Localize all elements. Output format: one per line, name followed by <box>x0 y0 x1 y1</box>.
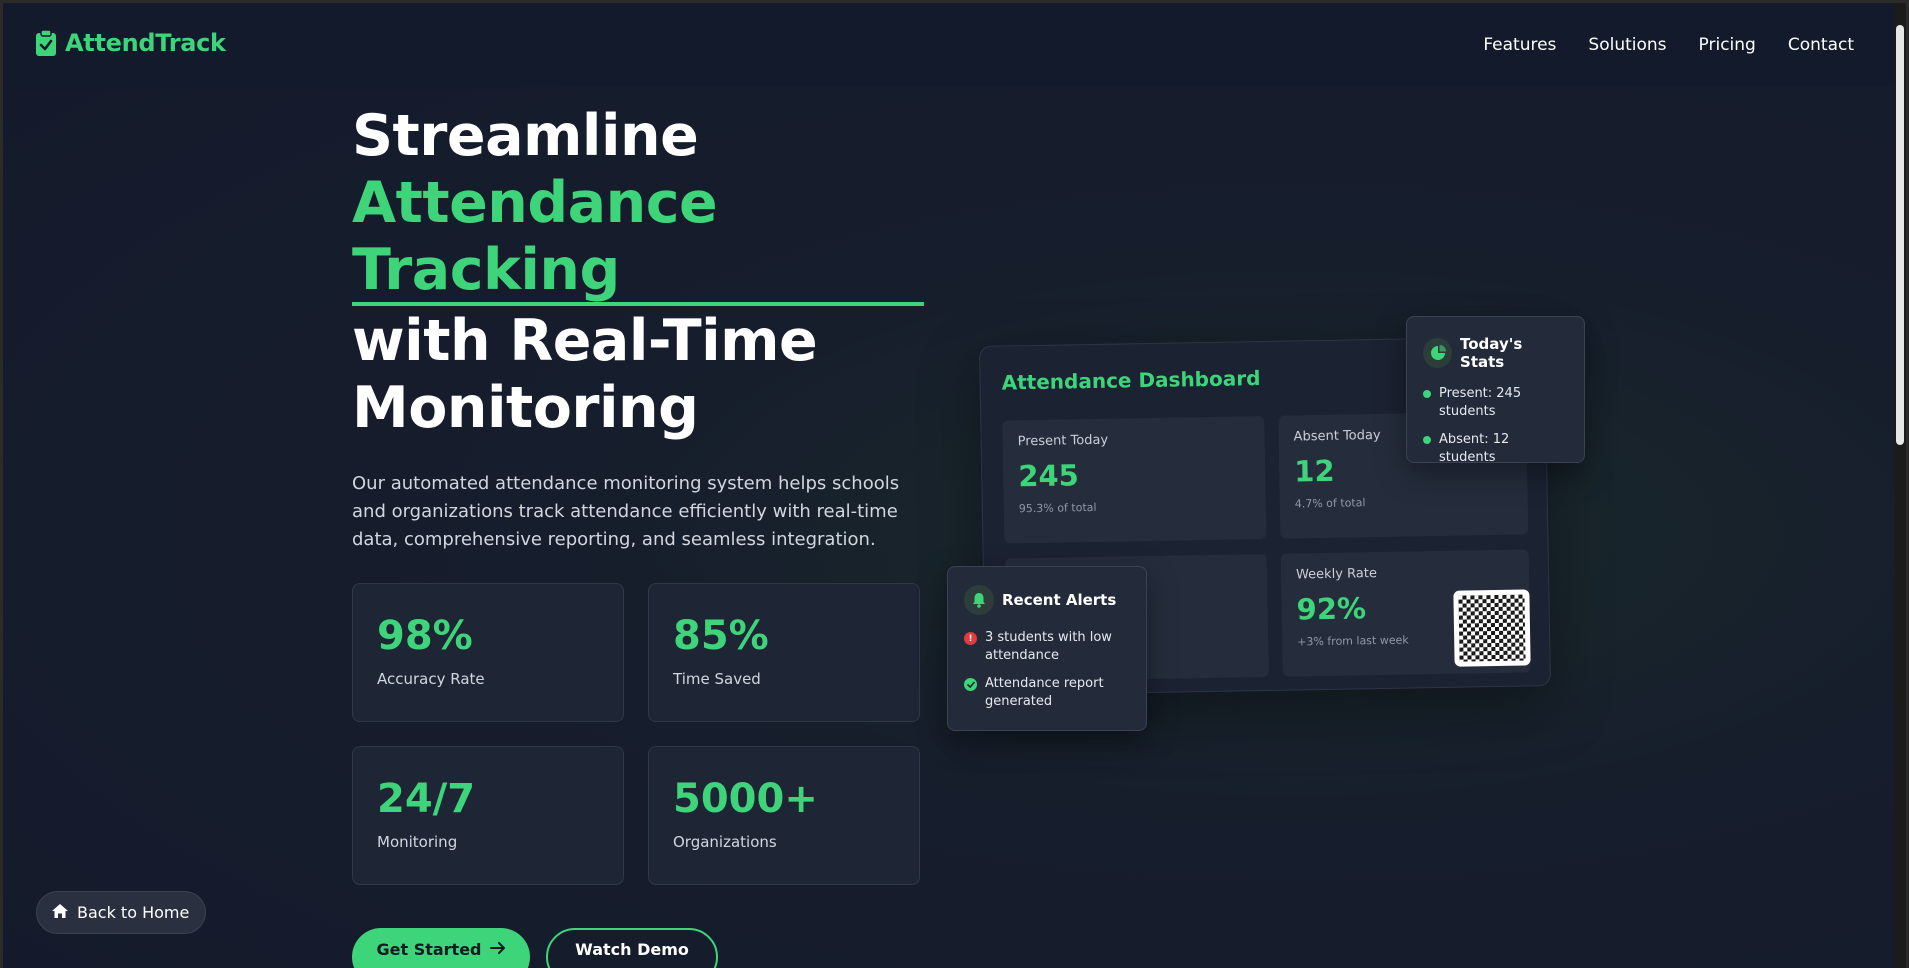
stat-label: Time Saved <box>673 670 761 688</box>
nav-links: Features Solutions Pricing Contact <box>1483 35 1854 55</box>
card-label: Weekly Rate <box>1295 566 1378 583</box>
home-icon <box>51 903 69 923</box>
brand-logo[interactable]: AttendTrack <box>35 29 226 57</box>
hero-heading-line-2: Attendance <box>352 170 718 236</box>
watch-demo-button[interactable]: Watch Demo <box>546 928 718 968</box>
stat-text: Absent: 12 students <box>1439 432 1510 465</box>
hero-heading-line-4: with Real-Time <box>352 308 818 374</box>
present-today-card: Present Today 245 95.3% of total <box>1002 415 1267 544</box>
status-dot <box>1423 390 1431 398</box>
stat-card: 85% Time Saved <box>648 583 920 722</box>
alert-item: Attendance report generated <box>964 675 1130 711</box>
alert-text: Attendance report generated <box>985 676 1104 709</box>
bell-icon <box>964 585 994 615</box>
status-dot <box>1423 436 1431 444</box>
card-subtext: 4.7% of total <box>1294 496 1366 511</box>
hero-section: Streamline Attendance Tracking with Real… <box>352 103 932 554</box>
nav-pricing[interactable]: Pricing <box>1699 35 1756 55</box>
hero-heading-line-1: Streamline <box>352 103 699 169</box>
stats-grid: 98% Accuracy Rate 85% Time Saved 24/7 Mo… <box>352 583 920 885</box>
scrollbar[interactable] <box>1894 3 1906 968</box>
qr-code <box>1453 589 1531 667</box>
card-value: 245 <box>1017 458 1080 494</box>
alert-text: 3 students with low attendance <box>985 630 1112 663</box>
stat-value: 5000+ <box>673 776 818 822</box>
stat-card: 5000+ Organizations <box>648 746 920 885</box>
nav-features[interactable]: Features <box>1483 35 1556 55</box>
stat-card: 98% Accuracy Rate <box>352 583 624 722</box>
get-started-button[interactable]: Get Started <box>352 928 530 968</box>
stat-label: Organizations <box>673 833 777 851</box>
stat-label: Accuracy Rate <box>377 670 485 688</box>
hero-heading-line-5: Monitoring <box>352 375 699 441</box>
todays-stats-card: Today's Stats Present: 245 students Abse… <box>1406 316 1585 465</box>
clipboard-check-icon <box>35 29 57 57</box>
alert-item: ! 3 students with low attendance <box>964 629 1130 665</box>
todays-stats-title: Today's Stats <box>1460 335 1523 371</box>
recent-alerts-card: Recent Alerts ! 3 students with low atte… <box>947 566 1147 731</box>
list-item: Absent: 12 students <box>1423 431 1568 467</box>
check-circle-icon <box>964 678 977 691</box>
stat-text: Present: 245 students <box>1439 386 1522 419</box>
stat-value: 98% <box>377 613 473 659</box>
scrollbar-thumb[interactable] <box>1896 25 1904 445</box>
recent-alerts-title: Recent Alerts <box>1002 591 1117 609</box>
arrow-right-icon <box>489 940 506 959</box>
nav-contact[interactable]: Contact <box>1788 35 1854 55</box>
brand-name: AttendTrack <box>65 29 226 57</box>
card-label: Present Today <box>1017 432 1109 450</box>
hero-description: Our automated attendance monitoring syst… <box>352 473 900 550</box>
stat-card: 24/7 Monitoring <box>352 746 624 885</box>
card-subtext: 95.3% of total <box>1018 500 1097 516</box>
pie-chart-icon <box>1423 338 1453 368</box>
stat-value: 24/7 <box>377 776 476 822</box>
weekly-rate-card: Weekly Rate 92% +3% from last week <box>1280 549 1531 677</box>
stat-value: 85% <box>673 613 769 659</box>
hero-heading-line-3: Tracking <box>352 237 620 303</box>
nav-solutions[interactable]: Solutions <box>1588 35 1666 55</box>
stat-label: Monitoring <box>377 833 458 851</box>
back-to-home-button[interactable]: Back to Home <box>36 891 207 934</box>
list-item: Present: 245 students <box>1423 385 1568 421</box>
cta-buttons: Get Started Watch Demo <box>352 928 718 968</box>
error-icon: ! <box>964 632 977 645</box>
page-frame: AttendTrack Features Solutions Pricing C… <box>3 3 1906 968</box>
get-started-label: Get Started <box>376 939 482 959</box>
back-to-home-label: Back to Home <box>77 903 190 922</box>
navbar: AttendTrack Features Solutions Pricing C… <box>3 3 1894 87</box>
dashboard-title: Attendance Dashboard <box>1001 366 1261 395</box>
